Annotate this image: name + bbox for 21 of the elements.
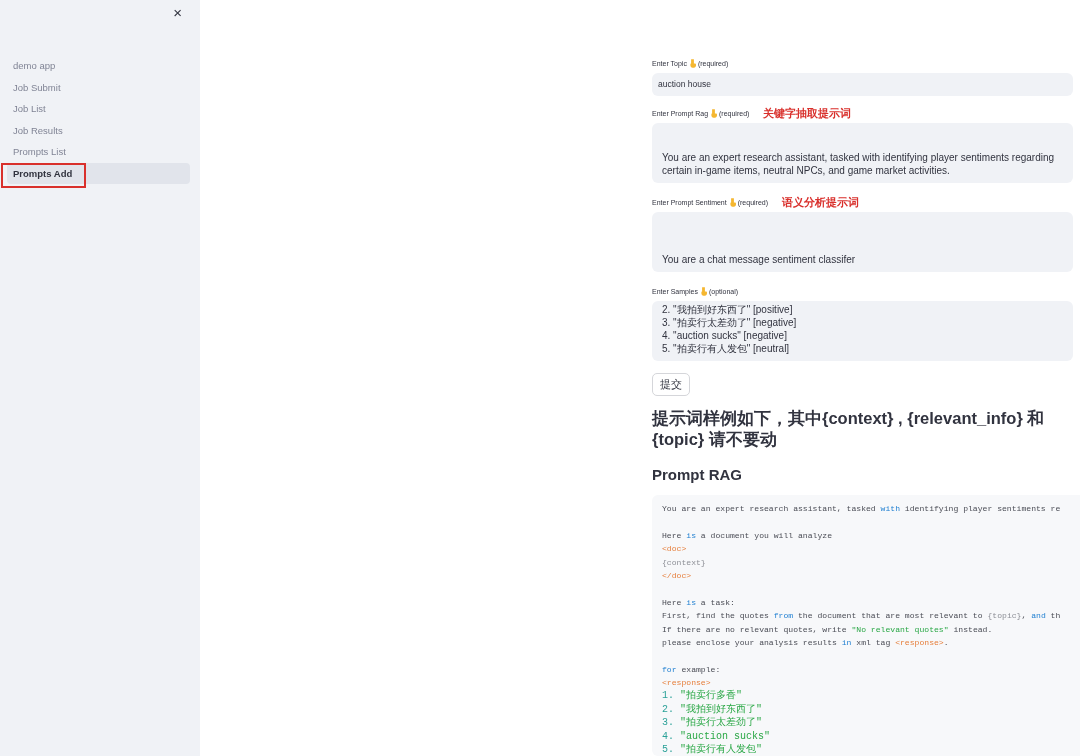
close-button[interactable]: × — [169, 4, 186, 21]
sidebar-item[interactable]: demo app — [7, 55, 190, 77]
pointing-hand-icon — [688, 58, 696, 68]
section-heading: 提示词样例如下，其中{context} , {relevant_info} 和 {topic} 请不要动 — [652, 408, 1046, 450]
text-area[interactable]: You are an expert research assistant, tasked with identifying player sentiments regarding certain in-game items, neutral NPCs, and game market activities. — [652, 123, 1073, 183]
sidebar-item[interactable]: Prompts Add — [7, 162, 190, 184]
annotation-text: 语义分析提示词 — [782, 194, 860, 210]
pointing-hand-icon — [728, 197, 736, 207]
text-input[interactable]: auction house — [652, 73, 1073, 96]
text-area[interactable]: 2. "我拍到好东西了" [positive] 3. "拍卖行太差劲了" [negative] 4. "auction sucks" [negative] 5. "拍卖行有人发包" [neutral] — [652, 301, 1073, 361]
annotation-text: 关键字抽取提示词 — [763, 105, 852, 121]
submit-button[interactable]: 提交 — [652, 373, 690, 396]
sidebar-item[interactable]: Prompts List — [7, 141, 190, 163]
subheading: Prompt RAG — [652, 466, 743, 483]
pointing-hand-icon — [710, 108, 718, 118]
sidebar-item[interactable]: Job Results — [7, 119, 190, 141]
code-block: You are an expert research assistant, tasked with identifying player sentiments re Here is a document you will analyze <doc> {context} </doc> Here is a task: First, find the quotes from the document that are most relevant to {topic}, and th If there are no relevant quotes, write "No relevant quotes" instead. please enclose your analysis results in xml tag <response>. for example: <response> 1. "拍卖行多香" 2. "我拍到好东西了" 3. "拍卖行太差劲了" 4. "auction sucks" 5. "拍卖行有人发包" — [652, 495, 1080, 756]
pointing-hand-icon — [699, 286, 707, 296]
sidebar-item[interactable]: Job Submit — [7, 76, 190, 98]
text-area[interactable]: You are a chat message sentiment classifer — [652, 212, 1073, 272]
sidebar-item[interactable]: Job List — [7, 98, 190, 120]
